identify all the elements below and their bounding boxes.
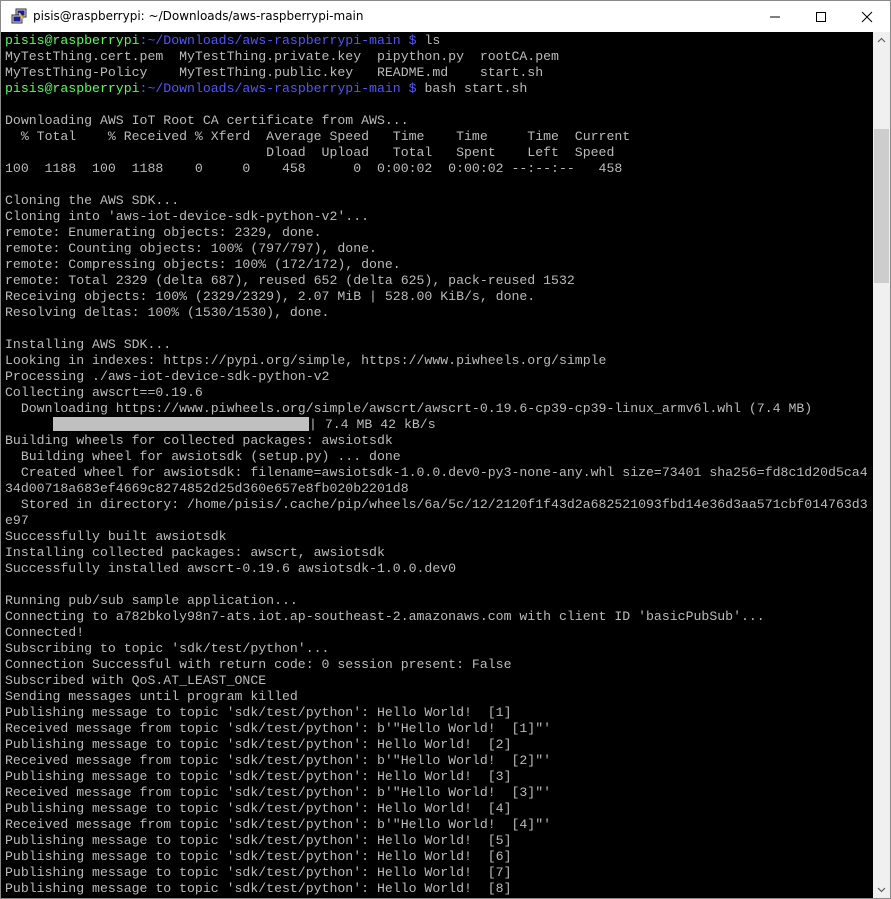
title-bar[interactable]: pisis@raspberrypi: ~/Downloads/aws-raspb… [1,1,890,32]
terminal-line: Installing collected packages: awscrt, a… [5,545,385,560]
terminal-line: Dload Upload Total Spent Left Speed [5,145,615,160]
terminal-line: Publishing message to topic 'sdk/test/py… [5,801,512,816]
command-text: ls [424,33,441,48]
terminal-window: pisis@raspberrypi: ~/Downloads/aws-raspb… [0,0,891,899]
terminal-line: Sending messages until program killed [5,689,298,704]
putty-icon[interactable] [11,8,27,24]
maximize-button[interactable] [798,1,844,32]
terminal-line: Received message from topic 'sdk/test/py… [5,817,552,832]
prompt-user: pisis@raspberrypi [5,33,140,48]
terminal-line: remote: Total 2329 (delta 687), reused 6… [5,273,575,288]
terminal-line: Subscribing to topic 'sdk/test/python'..… [5,641,330,656]
terminal-line: Publishing message to topic 'sdk/test/py… [5,865,512,880]
terminal-line: Publishing message to topic 'sdk/test/py… [5,881,512,896]
terminal-line: Connecting to a782bkoly98n7-ats.iot.ap-s… [5,609,765,624]
maximize-icon [816,12,826,22]
terminal-line: remote: Enumerating objects: 2329, done. [5,225,322,240]
close-icon [861,11,873,23]
terminal-line: MyTestThing-Policy MyTestThing.public.ke… [5,65,544,80]
chevron-down-icon [877,887,886,893]
terminal-line: Installing AWS SDK... [5,337,172,352]
scroll-down-button[interactable] [873,881,890,898]
terminal-line: Publishing message to topic 'sdk/test/py… [5,737,512,752]
prompt-symbol: $ [400,33,425,48]
command-text: bash start.sh [424,81,528,96]
chevron-up-icon [877,37,886,43]
terminal-line: Building wheel for awsiotsdk (setup.py) … [5,449,401,464]
terminal-line: e97 [5,513,29,528]
prompt-line: pisis@raspberrypi:~/Downloads/aws-raspbe… [5,81,527,97]
terminal-line: 34d00718a683ef4669c8274852d25d360e657e8f… [5,481,409,496]
minimize-icon [770,16,780,18]
terminal-line: Downloading AWS IoT Root CA certificate … [5,113,409,128]
terminal-line: remote: Compressing objects: 100% (172/1… [5,257,401,272]
terminal-line: remote: Counting objects: 100% (797/797)… [5,241,377,256]
terminal-line: Publishing message to topic 'sdk/test/py… [5,833,512,848]
close-button[interactable] [844,1,890,32]
window-title: pisis@raspberrypi: ~/Downloads/aws-raspb… [33,9,364,23]
terminal-line: 100 1188 100 1188 0 0 458 0 0:00:02 0:00… [5,161,623,176]
terminal-line: Cloning the AWS SDK... [5,193,180,208]
terminal-line: Stored in directory: /home/pisis/.cache/… [5,497,868,512]
terminal-line: Publishing message to topic 'sdk/test/py… [5,849,512,864]
terminal-line: Created wheel for awsiotsdk: filename=aw… [5,465,868,480]
scroll-up-button[interactable] [873,32,890,49]
terminal-line: Successfully built awsiotsdk [5,529,227,544]
terminal-line: Publishing message to topic 'sdk/test/py… [5,705,512,720]
scrollbar-thumb[interactable] [874,129,889,283]
terminal-line: Publishing message to topic 'sdk/test/py… [5,769,512,784]
terminal-line: Connected! [5,625,85,640]
terminal-line: Looking in indexes: https://pypi.org/sim… [5,353,607,368]
terminal-line: Received message from topic 'sdk/test/py… [5,721,552,736]
download-progress-text: | 7.4 MB 42 kB/s [309,417,436,432]
terminal-line: Received message from topic 'sdk/test/py… [5,753,552,768]
terminal-line: Connection Successful with return code: … [5,657,512,672]
prompt-path: :~/Downloads/aws-raspberrypi-main [139,81,401,96]
terminal-output[interactable]: pisis@raspberrypi:~/Downloads/aws-raspbe… [1,32,873,898]
terminal-line: MyTestThing.cert.pem MyTestThing.private… [5,49,559,64]
prompt-path: :~/Downloads/aws-raspberrypi-main [139,33,401,48]
terminal-line: Downloading https://www.piwheels.org/sim… [5,401,813,416]
prompt-symbol: $ [400,81,425,96]
terminal-line: Processing ./aws-iot-device-sdk-python-v… [5,369,330,384]
prompt-line: pisis@raspberrypi:~/Downloads/aws-raspbe… [5,33,440,49]
vertical-scrollbar[interactable] [873,32,890,898]
download-progress-bar [53,417,309,431]
terminal-line: Cloning into 'aws-iot-device-sdk-python-… [5,209,370,224]
minimize-button[interactable] [752,1,798,32]
terminal-line: Successfully installed awscrt-0.19.6 aws… [5,561,457,576]
terminal-line: Collecting awscrt==0.19.6 [5,385,203,400]
terminal-line: Receiving objects: 100% (2329/2329), 2.0… [5,289,536,304]
prompt-user: pisis@raspberrypi [5,81,140,96]
terminal-line: Building wheels for collected packages: … [5,433,393,448]
terminal-line: Running pub/sub sample application... [5,593,298,608]
terminal-line: Subscribed with QoS.AT_LEAST_ONCE [5,673,267,688]
terminal-line: Received message from topic 'sdk/test/py… [5,785,552,800]
terminal-line: % Total % Received % Xferd Average Speed… [5,129,631,144]
terminal-line: Resolving deltas: 100% (1530/1530), done… [5,305,330,320]
